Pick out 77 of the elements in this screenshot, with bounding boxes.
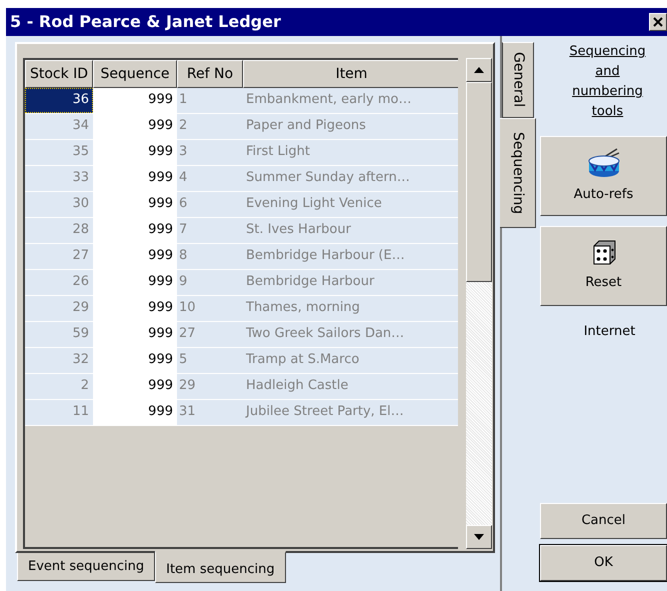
side-tab[interactable]: General (502, 42, 534, 118)
table-cell-text: St. Ives Harbour (245, 221, 352, 239)
table-cell-text: 27 (71, 247, 90, 265)
column-header[interactable]: Stock ID (25, 60, 93, 88)
table-cell-text: 29 (178, 377, 197, 395)
table-cell-text: 26 (71, 273, 90, 291)
dialog-button[interactable]: OK (540, 545, 667, 581)
table-cell: 999 (93, 166, 177, 191)
table-cell-text: Embankment, early mo… (245, 91, 412, 109)
table-cell: 999 (93, 114, 177, 139)
scroll-up-button[interactable] (466, 58, 492, 82)
table-cell-text: Jubilee Street Party, El… (244, 403, 405, 421)
table-cell-text: 59 (71, 325, 90, 343)
table-cell-text: 10 (178, 299, 197, 317)
scroll-down-button[interactable] (466, 525, 492, 549)
table-cell-text: 2 (80, 377, 90, 395)
up-arrow-icon (474, 67, 484, 73)
scroll-thumb[interactable] (466, 82, 492, 282)
table-cell-text: Bembridge Harbour (245, 273, 376, 291)
table-cell-text: 9 (178, 273, 188, 291)
die-icon (590, 239, 616, 268)
table-cell-text: 35 (71, 143, 90, 161)
table-cell-text: 29 (71, 299, 90, 317)
table-cell-text: 3 (178, 143, 188, 161)
table-cell-text: Evening Light Venice (245, 195, 383, 213)
table-cell-text: 1 (178, 91, 188, 109)
table-cell-text: 2 (178, 117, 188, 135)
table-cell-text: 31 (178, 403, 197, 421)
drum-icon (586, 147, 620, 180)
side-tab[interactable]: Sequencing (500, 118, 536, 228)
table-cell-text: 8 (178, 247, 188, 265)
window-title: 5 - Rod Pearce & Janet Ledger (10, 11, 281, 33)
table-cell: 999 (93, 348, 177, 373)
internet-label: Internet (582, 323, 636, 341)
table-cell-text: Hadleigh Castle (245, 377, 350, 395)
table-cell: 999 (93, 270, 177, 295)
table-cell: 999 (93, 88, 177, 113)
table-cell-text: Two Greek Sailors Dan… (245, 325, 406, 343)
table-cell-text: Bembridge Harbour (E… (245, 247, 406, 265)
table-cell: 999 (93, 192, 177, 217)
down-arrow-icon (474, 534, 484, 540)
table-cell-text: 32 (71, 351, 90, 369)
table-cell-text: 11 (71, 403, 90, 421)
column-header[interactable]: Ref No (177, 60, 243, 88)
table-cell-text: 33 (71, 169, 90, 187)
table-cell-text: Thames, morning (245, 299, 361, 317)
close-icon (653, 17, 663, 27)
table-cell: 999 (93, 322, 177, 347)
table-cell-text: 34 (71, 117, 90, 135)
table-cell: 999 (93, 140, 177, 165)
table-cell-text: 28 (71, 221, 90, 239)
tool-button[interactable]: Reset (540, 226, 667, 306)
table-cell-text: Summer Sunday aftern… (245, 169, 411, 187)
table-cell-text: 7 (178, 221, 188, 239)
dialog-button[interactable]: Cancel (540, 503, 667, 539)
tool-button[interactable]: Auto-refs (540, 136, 667, 216)
table-cell-text: Paper and Pigeons (245, 117, 367, 135)
table-cell: 999 (93, 218, 177, 243)
bottom-tab[interactable]: Event sequencing (17, 553, 156, 581)
close-button[interactable] (649, 13, 667, 31)
scrollbar[interactable] (466, 58, 492, 549)
table-cell: 999 (93, 400, 177, 425)
table-cell-text: 27 (178, 325, 197, 343)
table-cell: 999 (93, 244, 177, 269)
table-cell-text: 4 (178, 169, 188, 187)
table-cell: 36 (25, 88, 93, 113)
table-cell: 999 (93, 374, 177, 399)
table-cell: 999 (93, 296, 177, 321)
bottom-tab[interactable]: Item sequencing (155, 551, 286, 583)
tools-link[interactable]: Sequencing and numbering tools (562, 42, 654, 122)
column-header[interactable]: Item (243, 60, 458, 88)
table-cell-text: First Light (245, 143, 311, 161)
table-cell-text: 6 (178, 195, 188, 213)
table-cell-text: 5 (178, 351, 188, 369)
column-header[interactable]: Sequence (93, 60, 177, 88)
table-cell-text: 30 (71, 195, 90, 213)
table-cell-text: Tramp at S.Marco (245, 351, 360, 369)
